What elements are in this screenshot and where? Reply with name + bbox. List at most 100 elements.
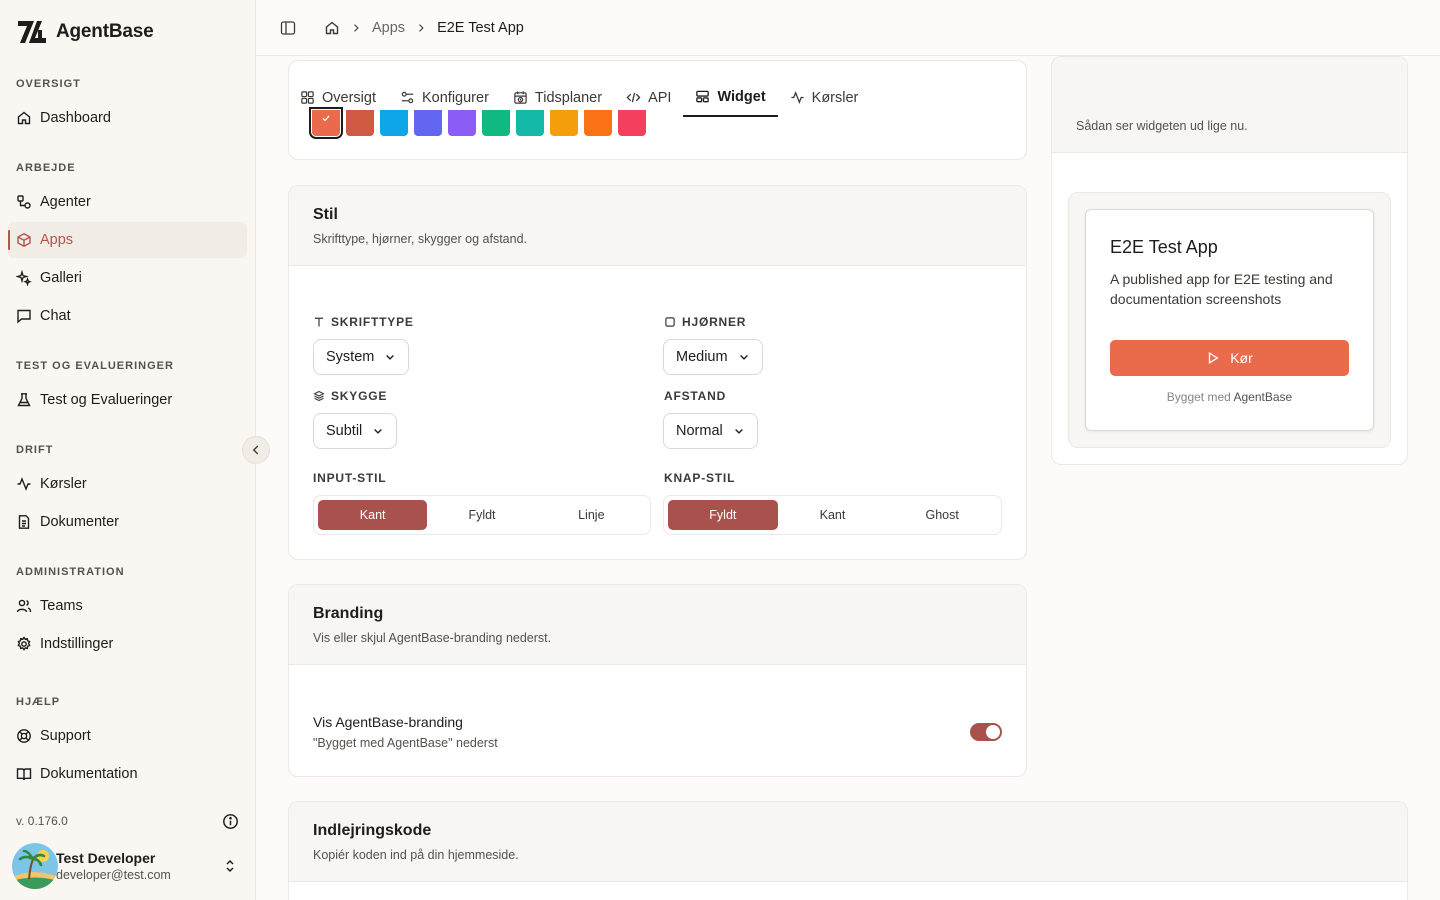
font-label: SKRIFTTYPE <box>313 315 414 329</box>
chevron-right-icon <box>419 23 424 32</box>
calendar-clock-icon <box>514 91 527 104</box>
widget-app-title: E2E Test App <box>1110 237 1218 257</box>
activity-icon <box>791 91 804 104</box>
user-info: Test Developer developer@test.com <box>56 850 171 882</box>
sidebar-item-indstillinger[interactable]: Indstillinger <box>8 626 247 662</box>
sidebar-item-label: Test og Evalueringer <box>40 392 173 408</box>
font-select[interactable]: System <box>313 339 410 375</box>
input-style-option[interactable]: Kant <box>318 500 428 530</box>
tab-label: Konfigurer <box>422 89 489 106</box>
user-email: developer@test.com <box>56 868 171 882</box>
nav-section-test: TEST OG EVALUERINGER <box>16 360 174 372</box>
built-with-brand: AgentBase <box>1233 390 1293 404</box>
tab-tidsplaner[interactable]: Tidsplaner <box>501 78 614 117</box>
input-style-option[interactable]: Fyldt <box>427 500 536 530</box>
button-style-label: KNAP-STIL <box>664 471 736 485</box>
gear-icon <box>17 636 31 651</box>
button-style-option[interactable]: Fyldt <box>668 500 778 530</box>
user-menu[interactable]: Test Developer developer@test.com <box>12 842 248 890</box>
chevron-down-icon <box>386 355 395 360</box>
widget-app-description: A published app for E2E testing and docu… <box>1110 271 1333 307</box>
sidebar: AgentBase OVERSIGT Dashboard ARBEJDE Age… <box>0 0 256 900</box>
home-icon <box>17 111 31 125</box>
home-icon[interactable] <box>324 20 340 36</box>
nav-section-arbejde: ARBEJDE <box>16 162 76 174</box>
branding-card-subtitle: Vis eller skjul AgentBase-branding neder… <box>313 631 552 645</box>
brand[interactable]: AgentBase <box>16 18 154 46</box>
sidebar-item-test-og-evalueringer[interactable]: Test og Evalueringer <box>8 382 247 418</box>
sidebar-item-apps[interactable]: Apps <box>8 222 247 258</box>
nav-section-administration: ADMINISTRATION <box>16 566 125 578</box>
branding-card-title: Branding <box>313 605 384 622</box>
button-style-segmented: Fyldt Kant Ghost <box>663 495 1002 535</box>
lifebuoy-icon <box>17 729 31 743</box>
chevron-down-icon <box>374 429 383 434</box>
corners-select[interactable]: Medium <box>663 339 763 375</box>
chevron-right-icon <box>354 23 359 32</box>
app-version: v. 0.176.0 <box>16 814 68 828</box>
embed-card-header: Indlejringskode Kopiér koden ind på din … <box>289 802 1407 882</box>
run-button[interactable]: Kør <box>1110 340 1349 376</box>
spacing-label: AFSTAND <box>664 389 727 403</box>
sidebar-item-dokumentation[interactable]: Dokumentation <box>8 756 247 792</box>
button-style-option[interactable]: Kant <box>778 500 888 530</box>
run-button-label: Kør <box>1230 350 1253 366</box>
chevron-down-icon <box>734 429 743 434</box>
sidebar-item-galleri[interactable]: Galleri <box>8 260 247 296</box>
style-card-header: Stil Skrifttype, hjørner, skygger og afs… <box>289 186 1026 266</box>
font-label-text: SKRIFTTYPE <box>331 315 414 329</box>
nav-section-oversigt: OVERSIGT <box>16 78 81 90</box>
code-icon <box>626 92 641 103</box>
tab-label: Oversigt <box>322 89 376 106</box>
tabs: Oversigt Konfigurer Tidsplaner API Widge… <box>288 78 870 118</box>
grid-icon <box>301 91 314 104</box>
font-select-value: System <box>326 349 375 365</box>
button-style-option[interactable]: Ghost <box>887 500 997 530</box>
user-name: Test Developer <box>56 850 156 866</box>
sidebar-item-dashboard[interactable]: Dashboard <box>8 100 247 136</box>
style-card-subtitle: Skrifttype, hjørner, skygger og afstand. <box>313 232 527 246</box>
sidebar-item-teams[interactable]: Teams <box>8 588 247 624</box>
tab-oversigt[interactable]: Oversigt <box>288 78 388 117</box>
sidebar-item-chat[interactable]: Chat <box>8 298 247 334</box>
sidebar-item-support[interactable]: Support <box>8 718 247 754</box>
type-icon <box>314 317 324 327</box>
layers-icon <box>313 390 325 402</box>
input-style-option[interactable]: Linje <box>537 500 646 530</box>
nav-section-hjaelp: HJÆLP <box>16 696 61 708</box>
tab-konfigurer[interactable]: Konfigurer <box>388 78 501 117</box>
sidebar-item-label: Dokumenter <box>40 514 119 530</box>
activity-icon <box>17 477 31 491</box>
style-card-title: Stil <box>313 206 338 223</box>
shadow-select[interactable]: Subtil <box>313 413 398 449</box>
document-icon <box>18 515 30 529</box>
agents-icon <box>17 195 31 209</box>
message-icon <box>17 309 31 324</box>
tab-label: Tidsplaner <box>534 89 603 106</box>
info-icon[interactable] <box>222 813 239 830</box>
tab-widget[interactable]: Widget <box>683 78 778 117</box>
tab-korsler[interactable]: Kørsler <box>778 78 871 117</box>
branding-toggle-hint: "Bygget med AgentBase" nederst <box>313 736 498 750</box>
layout-icon <box>696 90 710 103</box>
built-with-branding: Bygget med AgentBase <box>1086 390 1373 404</box>
collapse-sidebar-button[interactable] <box>242 436 270 464</box>
sliders-icon <box>401 91 414 104</box>
branding-toggle[interactable] <box>970 723 1002 741</box>
chevron-left-icon <box>252 445 259 455</box>
sidebar-item-label: Support <box>40 728 91 744</box>
spacing-select[interactable]: Normal <box>663 413 758 449</box>
flask-icon <box>17 393 31 407</box>
users-icon <box>16 599 32 613</box>
breadcrumb-apps[interactable]: Apps <box>372 20 405 36</box>
box-icon <box>17 233 31 247</box>
sidebar-item-agenter[interactable]: Agenter <box>8 184 247 220</box>
sidebar-item-dokumenter[interactable]: Dokumenter <box>8 504 247 540</box>
tab-api[interactable]: API <box>614 78 683 117</box>
sidebar-toggle-icon[interactable] <box>280 20 296 36</box>
sidebar-item-korsler[interactable]: Kørsler <box>8 466 247 502</box>
square-icon <box>665 317 675 327</box>
shadow-label: SKYGGE <box>313 389 387 403</box>
branding-card-header: Branding Vis eller skjul AgentBase-brand… <box>289 585 1026 665</box>
branding-card: Branding Vis eller skjul AgentBase-brand… <box>288 584 1027 777</box>
